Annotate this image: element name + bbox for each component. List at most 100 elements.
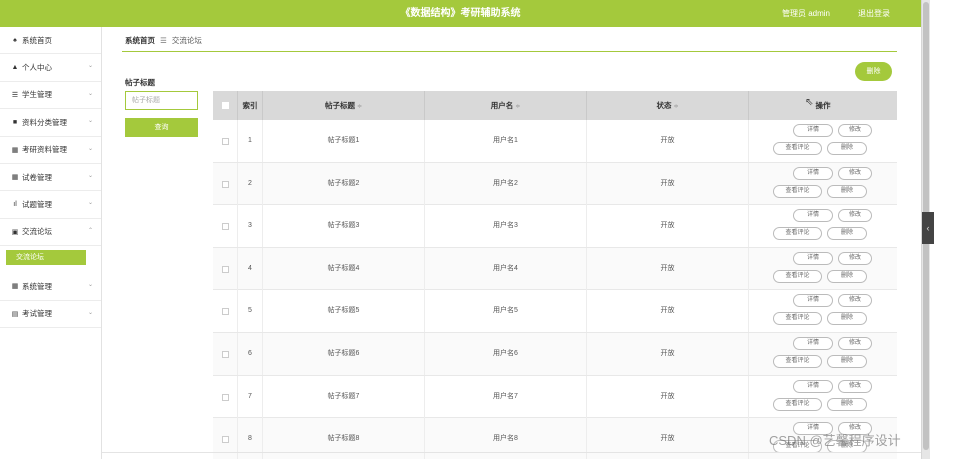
chevron-left-icon: ‹ bbox=[926, 223, 930, 233]
delete-button[interactable]: 删除 bbox=[827, 269, 867, 283]
edit-button[interactable]: 修改 bbox=[838, 379, 872, 393]
chevron-down-icon: ⌄ bbox=[87, 118, 93, 125]
logout-link[interactable]: 退出登录 bbox=[858, 0, 890, 27]
edit-button[interactable]: 修改 bbox=[838, 294, 872, 308]
cell-index: 1 bbox=[238, 120, 263, 162]
sidebar-item[interactable]: ▣ 交流论坛 ⌃ bbox=[0, 219, 101, 247]
view-comments-button[interactable]: 查看评论 bbox=[773, 397, 822, 411]
breadcrumb-separator-icon: ☰ bbox=[160, 36, 167, 45]
edit-button[interactable]: 修改 bbox=[838, 166, 872, 180]
breadcrumb: 系统首页 ☰ 交流论坛 bbox=[125, 35, 202, 46]
delete-button[interactable]: 删除 bbox=[827, 397, 867, 411]
sidebar-item[interactable]: ♠ 系统首页 bbox=[0, 27, 101, 55]
sidebar-item-label: 交流论坛 bbox=[22, 227, 52, 237]
edit-button[interactable]: 修改 bbox=[838, 209, 872, 223]
chevron-up-icon: ⌃ bbox=[87, 227, 93, 234]
delete-button[interactable]: 删除 bbox=[827, 227, 867, 241]
detail-button[interactable]: 详情 bbox=[793, 124, 833, 137]
cell-status: 开放 bbox=[587, 162, 749, 205]
view-comments-button[interactable]: 查看评论 bbox=[773, 184, 822, 198]
right-edge bbox=[934, 0, 957, 459]
side-panel-handle[interactable]: ‹ bbox=[922, 212, 934, 244]
table-row: 1 帖子标题1 用户名1 开放 详情 修改 查看评论 删除 bbox=[213, 120, 897, 163]
chevron-down-icon: ⌄ bbox=[87, 145, 93, 152]
delete-button[interactable]: 删除 bbox=[827, 142, 867, 155]
view-comments-button[interactable]: 查看评论 bbox=[773, 354, 822, 368]
cell-title: 帖子标题6 bbox=[263, 332, 425, 375]
sidebar-item-label: 资料分类管理 bbox=[22, 117, 67, 127]
table-body: 1 帖子标题1 用户名1 开放 详情 修改 查看评论 删除 2 帖子标题2 用户名2 开放 详情 修改 查看… bbox=[213, 120, 897, 459]
chevron-down-icon: ⌄ bbox=[87, 282, 93, 289]
edit-button[interactable]: 修改 bbox=[838, 251, 872, 265]
detail-button[interactable]: 详情 bbox=[793, 209, 833, 223]
breadcrumb-current: 交流论坛 bbox=[171, 36, 202, 45]
top-bar: 《数据结构》考研辅助系统 管理员 admin 退出登录 bbox=[0, 0, 921, 27]
home-icon: ♠ bbox=[13, 36, 17, 44]
grid-icon: ▦ bbox=[11, 174, 19, 182]
delete-button[interactable]: 删除 bbox=[827, 354, 867, 368]
sidebar-item[interactable]: ▲ 个人中心 ⌄ bbox=[0, 54, 101, 82]
detail-button[interactable]: 详情 bbox=[793, 379, 833, 393]
cell-title: 帖子标题5 bbox=[263, 290, 425, 333]
sidebar-item[interactable]: ▦ 系统管理 ⌄ bbox=[0, 273, 101, 301]
cell-username: 用户名7 bbox=[425, 375, 587, 418]
view-comments-button[interactable]: 查看评论 bbox=[773, 312, 822, 326]
column-header-title[interactable]: 帖子标题 ≑ bbox=[263, 91, 425, 120]
view-comments-button[interactable]: 查看评论 bbox=[773, 142, 822, 155]
cell-select bbox=[213, 205, 238, 248]
view-comments-button[interactable]: 查看评论 bbox=[773, 269, 822, 283]
table-header: 索引 帖子标题 ≑ 用户名 ≑ 状态 ≑ 操作 bbox=[213, 91, 897, 120]
sidebar-item[interactable]: ▦ 试卷管理 ⌄ bbox=[0, 164, 101, 192]
cell-status: 开放 bbox=[587, 205, 749, 248]
grid-icon: ▦ bbox=[11, 146, 19, 154]
cell-status: 开放 bbox=[587, 332, 749, 375]
cell-select bbox=[213, 375, 238, 418]
list-icon: ☰ bbox=[11, 91, 19, 99]
column-header-username[interactable]: 用户名 ≑ bbox=[425, 91, 587, 120]
cell-status: 开放 bbox=[587, 120, 749, 162]
sort-icon[interactable]: ≑ bbox=[515, 104, 520, 110]
detail-button[interactable]: 详情 bbox=[793, 251, 833, 265]
sidebar-subitem-forum[interactable]: 交流论坛 bbox=[6, 250, 86, 266]
cell-select bbox=[213, 290, 238, 333]
forum-icon: ▣ bbox=[11, 228, 19, 236]
sidebar-item-label: 试卷管理 bbox=[22, 172, 52, 182]
cell-title: 帖子标题3 bbox=[263, 205, 425, 248]
sort-icon[interactable]: ≑ bbox=[673, 104, 678, 110]
column-header-actions: 操作 bbox=[815, 101, 831, 110]
delete-button[interactable]: 删除 bbox=[827, 184, 867, 198]
sidebar-item-label: 系统管理 bbox=[22, 281, 52, 291]
cell-username: 用户名2 bbox=[425, 162, 587, 205]
bottom-divider bbox=[102, 452, 921, 453]
row-actions: 详情 修改查看评论 删除 bbox=[749, 376, 897, 418]
detail-button[interactable]: 详情 bbox=[793, 294, 833, 308]
sort-icon[interactable]: ≑ bbox=[357, 104, 362, 110]
sidebar-item[interactable]: ■ 资料分类管理 ⌄ bbox=[0, 109, 101, 137]
cell-username: 用户名5 bbox=[425, 290, 587, 333]
row-actions: 详情 修改查看评论 删除 bbox=[749, 205, 897, 247]
filter-label: 帖子标题 bbox=[125, 78, 155, 87]
cell-select bbox=[213, 332, 238, 375]
edit-button[interactable]: 修改 bbox=[838, 124, 872, 137]
breadcrumb-home[interactable]: 系统首页 bbox=[125, 36, 155, 45]
select-all-checkbox[interactable] bbox=[222, 102, 229, 109]
detail-button[interactable]: 详情 bbox=[793, 166, 833, 180]
sidebar-item[interactable]: ▤ 考试管理 ⌄ bbox=[0, 301, 101, 328]
chevron-down-icon: ⌄ bbox=[87, 90, 93, 97]
cell-index: 2 bbox=[238, 162, 263, 205]
title-search-input[interactable]: 帖子标题 bbox=[125, 91, 198, 110]
sidebar-item[interactable]: ☰ 学生管理 ⌄ bbox=[0, 82, 101, 110]
detail-button[interactable]: 详情 bbox=[793, 336, 833, 350]
batch-delete-button[interactable]: 删除 bbox=[855, 62, 892, 81]
cell-status: 开放 bbox=[587, 290, 749, 333]
row-actions: 详情 修改查看评论 删除 bbox=[749, 333, 897, 375]
query-button[interactable]: 查询 bbox=[125, 118, 198, 137]
delete-button[interactable]: 删除 bbox=[827, 312, 867, 326]
edit-button[interactable]: 修改 bbox=[838, 336, 872, 350]
sidebar-item[interactable]: ıl 试题管理 ⌄ bbox=[0, 191, 101, 219]
sidebar-item[interactable]: ▦ 考研资料管理 ⌄ bbox=[0, 137, 101, 164]
table-row: 2 帖子标题2 用户名2 开放 详情 修改 查看评论 删除 bbox=[213, 162, 897, 206]
column-header-status[interactable]: 状态 ≑ bbox=[587, 91, 749, 120]
view-comments-button[interactable]: 查看评论 bbox=[773, 227, 822, 241]
cell-index: 3 bbox=[238, 205, 263, 248]
